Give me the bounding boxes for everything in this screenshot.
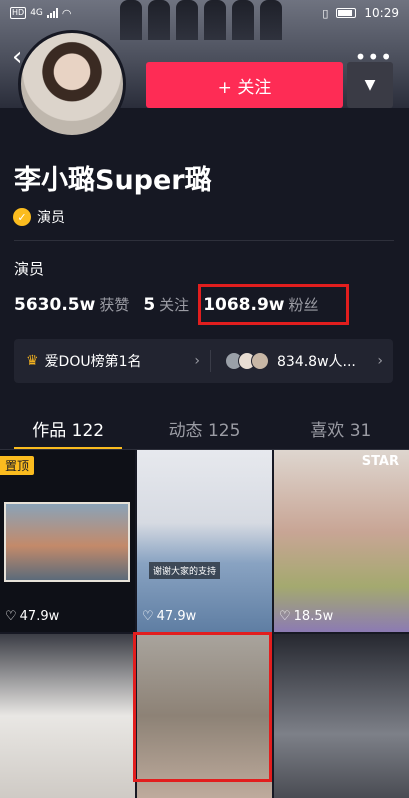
tab-works[interactable]: 作品 122 <box>0 404 136 449</box>
fan-avatars <box>225 352 269 370</box>
verified-label: 演员 <box>37 210 65 226</box>
video-thumbnail[interactable]: 谢谢大家的支持 ♡ 47.9w <box>137 450 272 632</box>
thumbnail-still <box>4 502 130 582</box>
star-overlay-text: STAR <box>361 454 399 469</box>
fans-group-label: 834.8w人... <box>277 354 356 370</box>
rank-bar: ♛ 爱DOU榜第1名 › 834.8w人... › <box>14 339 393 383</box>
likes-stat: 5630.5w 获赞 <box>14 294 129 315</box>
heart-icon: ♡ <box>5 609 17 624</box>
fans-group-entry[interactable]: 834.8w人... › <box>211 339 393 383</box>
likes-count: 47.9w <box>19 609 60 624</box>
video-thumbnail[interactable] <box>274 634 409 798</box>
video-thumbnail[interactable]: STAR ♡ 18.5w <box>274 450 409 632</box>
profile-name: 李小璐Super璐 <box>14 165 212 196</box>
vibrate-icon: ▯ <box>322 6 329 20</box>
network-type: 4G <box>30 8 43 18</box>
tab-posts[interactable]: 动态 125 <box>136 404 272 449</box>
video-highlight-box <box>133 632 272 782</box>
rank-label: 爱DOU榜第1名 <box>44 354 142 370</box>
fan-avatar <box>251 352 269 370</box>
likes-label: 获赞 <box>99 296 130 314</box>
following-count: 5 <box>143 295 156 315</box>
status-bar: HD 4G ◠ ▯ 10:29 <box>0 0 409 26</box>
battery-icon <box>336 8 357 18</box>
triangle-down-icon: ▼ <box>364 77 376 93</box>
bio-text: 演员 <box>14 260 45 278</box>
chevron-right-icon: › <box>377 353 383 369</box>
chevron-right-icon: › <box>194 353 200 369</box>
heart-icon: ♡ <box>142 609 154 624</box>
video-thumbnail[interactable] <box>0 634 135 798</box>
hd-badge: HD <box>10 7 27 19</box>
wifi-icon: ◠ <box>61 6 72 20</box>
likes-count: 5630.5w <box>14 295 96 315</box>
rank-entry[interactable]: ♛ 爱DOU榜第1名 › <box>14 339 210 383</box>
likes-count: 47.9w <box>156 609 197 624</box>
follow-button[interactable]: + 关注 <box>146 62 343 108</box>
video-likes: ♡ 47.9w <box>142 609 196 624</box>
clock: 10:29 <box>364 6 399 20</box>
divider <box>14 240 394 241</box>
signal-icon <box>46 8 58 18</box>
verified-badge: ✓ 演员 <box>13 207 65 227</box>
video-likes: ♡ 47.9w <box>5 609 59 624</box>
video-caption: 谢谢大家的支持 <box>149 562 221 579</box>
pinned-badge: 置顶 <box>0 456 35 475</box>
following-label: 关注 <box>159 296 190 314</box>
content-tabs: 作品 122 动态 125 喜欢 31 <box>0 404 409 450</box>
video-likes: ♡ 18.5w <box>279 609 333 624</box>
likes-count: 18.5w <box>293 609 334 624</box>
verified-check-icon: ✓ <box>13 208 31 226</box>
avatar[interactable] <box>18 30 126 138</box>
more-dots-icon[interactable]: ••• <box>355 47 393 67</box>
tab-likes[interactable]: 喜欢 31 <box>273 404 409 449</box>
fans-highlight-box <box>198 284 349 325</box>
video-thumbnail[interactable]: 置顶 ♡ 47.9w <box>0 450 135 632</box>
recommend-dropdown-button[interactable]: ▼ <box>347 62 393 108</box>
heart-icon: ♡ <box>279 609 291 624</box>
following-stat[interactable]: 5 关注 <box>143 294 189 315</box>
crown-icon: ♛ <box>26 353 39 369</box>
